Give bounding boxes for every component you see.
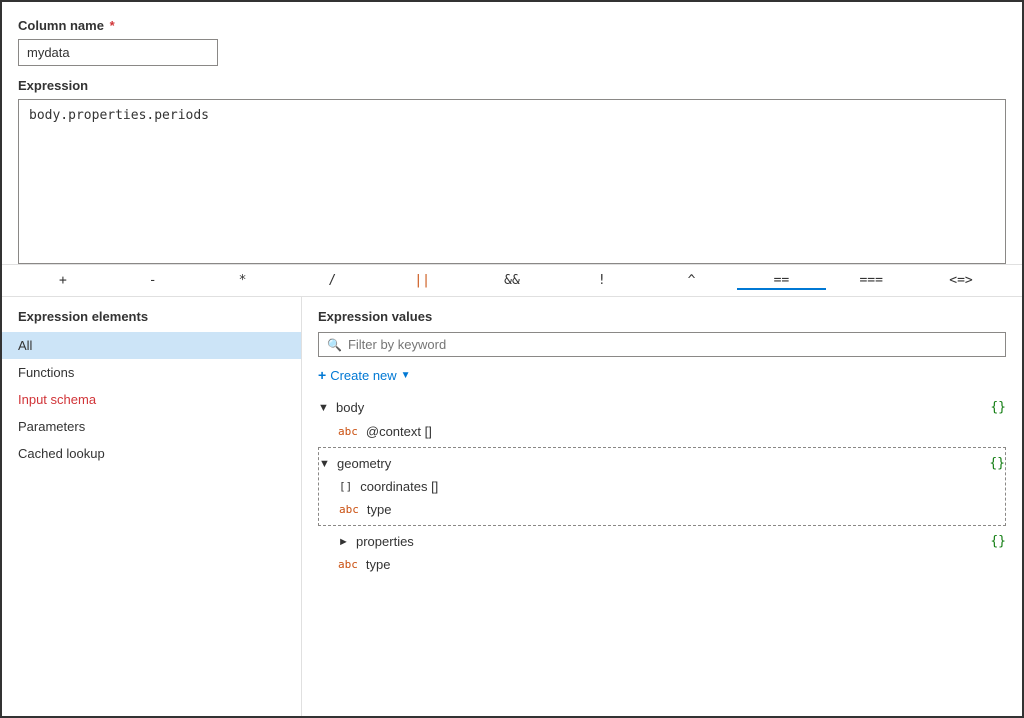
tree-properties[interactable]: ► properties {} [318, 530, 1006, 553]
operator-plus[interactable]: + [18, 271, 108, 290]
operators-bar: + - * / || && ! ^ == === <=> [2, 264, 1022, 297]
context-label: @context [] [366, 424, 1006, 439]
expand-body-icon: ▼ [318, 402, 332, 414]
expression-elements-panel: Expression elements All Functions Input … [2, 297, 302, 716]
operator-multiply[interactable]: * [198, 271, 288, 290]
operator-or[interactable]: || [377, 271, 467, 290]
column-name-input[interactable] [18, 39, 218, 66]
elem-functions[interactable]: Functions [2, 359, 301, 386]
expression-label: Expression [18, 78, 1006, 93]
expression-text: body.properties.periods [29, 108, 209, 123]
operator-and[interactable]: && [467, 271, 557, 290]
bottom-section: Expression elements All Functions Input … [2, 297, 1022, 716]
properties-label: properties [356, 534, 990, 549]
tree-type1[interactable]: abc type [339, 498, 1005, 521]
type1-label: type [367, 502, 1005, 517]
tree-context[interactable]: abc @context [] [318, 420, 1006, 443]
coordinates-label: coordinates [] [360, 479, 1005, 494]
tree-body[interactable]: ▼ body {} [318, 395, 1006, 420]
elem-parameters[interactable]: Parameters [2, 413, 301, 440]
operator-minus[interactable]: - [108, 271, 198, 290]
geometry-label: geometry [337, 456, 989, 471]
filter-wrapper[interactable]: 🔍 [318, 332, 1006, 357]
search-icon: 🔍 [327, 338, 342, 352]
tree-coordinates[interactable]: [] coordinates [] [339, 475, 1005, 498]
operator-not[interactable]: ! [557, 271, 647, 290]
operator-caret[interactable]: ^ [647, 271, 737, 290]
expression-values-title: Expression values [318, 309, 1006, 324]
tree-geometry[interactable]: ▼ geometry {} [319, 452, 1005, 475]
column-name-label: Column name * [18, 18, 1006, 33]
geometry-type-icon: {} [989, 456, 1005, 471]
create-new-button[interactable]: + Create new ▼ [318, 367, 411, 383]
elem-cached-lookup[interactable]: Cached lookup [2, 440, 301, 467]
expand-geometry-icon: ▼ [319, 458, 333, 470]
expand-properties-icon: ► [338, 536, 352, 548]
body-label: body [336, 400, 990, 415]
geometry-inner: [] coordinates [] abc type [319, 475, 1005, 521]
expression-values-panel: Expression values 🔍 + Create new ▼ ▼ bod… [302, 297, 1022, 716]
geometry-box: ▼ geometry {} [] coordinates [] abc type [318, 447, 1006, 526]
filter-input[interactable] [348, 337, 997, 352]
required-indicator: * [106, 18, 115, 33]
main-container: Column name * Expression body.properties… [2, 2, 1022, 716]
expression-elements-title: Expression elements [2, 309, 301, 324]
create-new-plus-icon: + [318, 367, 326, 383]
properties-type-icon: {} [990, 534, 1006, 549]
elem-input-schema[interactable]: Input schema [2, 386, 301, 413]
chevron-down-icon: ▼ [401, 370, 411, 381]
create-new-label: Create new [330, 368, 396, 383]
type2-label: type [366, 557, 1006, 572]
operator-eq[interactable]: == [737, 271, 827, 290]
type2-type-icon: abc [338, 558, 358, 571]
elem-all[interactable]: All [2, 332, 301, 359]
column-name-section: Column name * [18, 18, 1006, 78]
expression-section: Expression body.properties.periods [18, 78, 1006, 264]
operator-not-eq[interactable]: <=> [916, 271, 1006, 290]
expression-editor[interactable]: body.properties.periods [18, 99, 1006, 264]
operator-strict-eq[interactable]: === [826, 271, 916, 290]
context-type-icon: abc [338, 425, 358, 438]
type1-type-icon: abc [339, 503, 359, 516]
tree-type2[interactable]: abc type [318, 553, 1006, 576]
operator-divide[interactable]: / [287, 271, 377, 290]
coordinates-type-icon: [] [339, 480, 352, 493]
body-type-icon: {} [990, 400, 1006, 415]
